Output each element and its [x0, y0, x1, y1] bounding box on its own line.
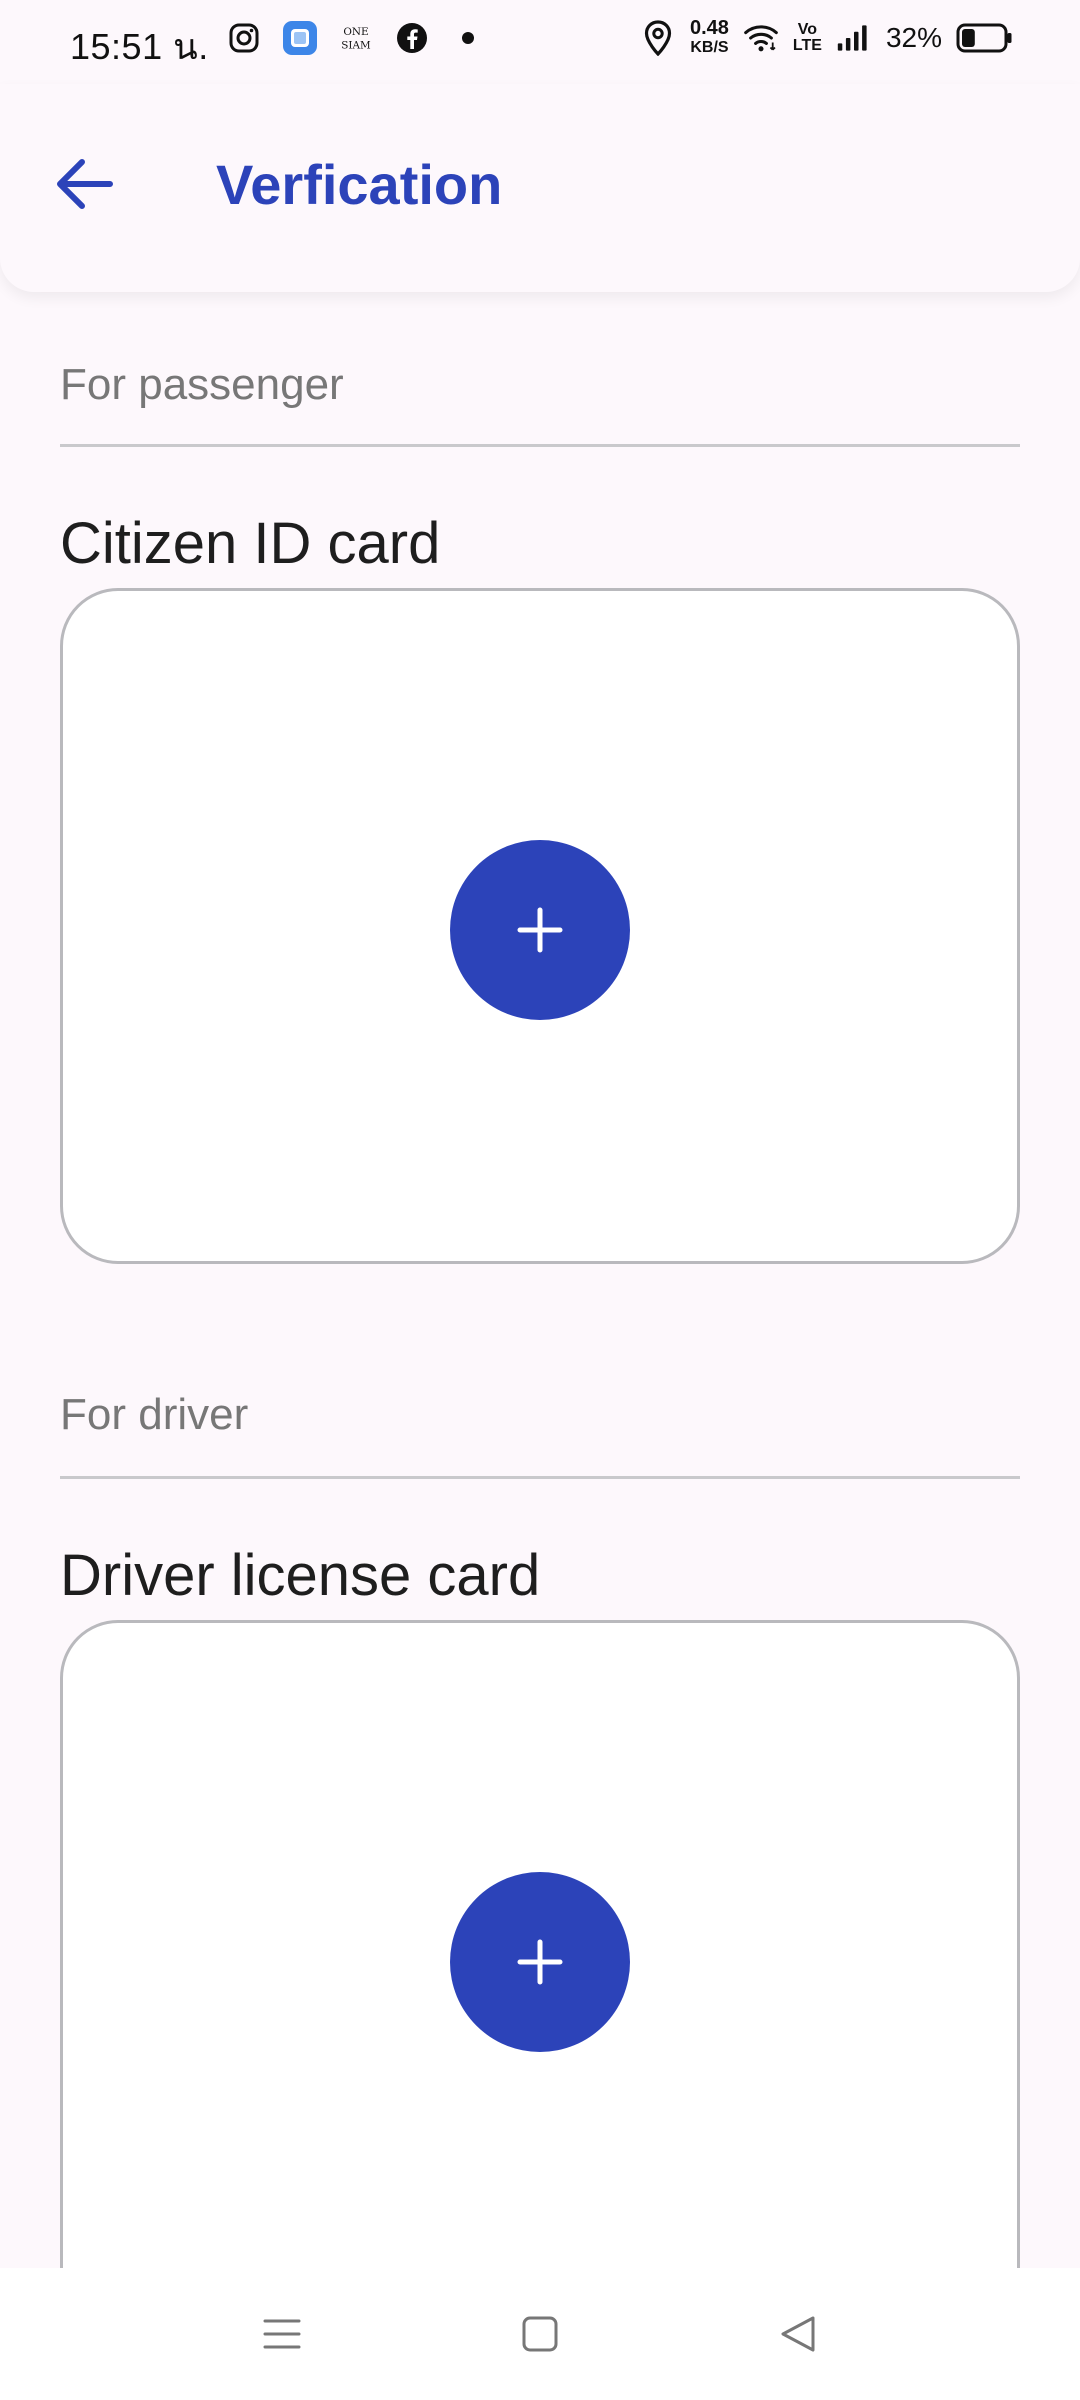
home-button[interactable]: [510, 2304, 570, 2364]
citizen-id-title: Citizen ID card: [60, 511, 441, 576]
notification-icons: ONE SIAM: [226, 20, 486, 56]
speed-value: 0.48: [689, 17, 729, 39]
svg-text:ONE: ONE: [343, 26, 368, 38]
instagram-icon: [226, 20, 262, 56]
app-icon: [282, 20, 318, 56]
driver-license-upload-area[interactable]: [60, 1620, 1020, 2360]
volte-bottom: LTE: [792, 37, 822, 54]
back-nav-button[interactable]: [768, 2304, 828, 2364]
app-bar: Verfication: [0, 84, 1080, 292]
back-triangle-icon: [781, 2316, 815, 2352]
section-label-driver: For driver: [60, 1390, 249, 1439]
battery-icon: [956, 20, 1014, 56]
signal-icon: [836, 20, 872, 56]
section-label-passenger: For passenger: [60, 360, 344, 409]
network-speed: 0.48 KB/S: [690, 18, 729, 58]
onesiam-icon: ONE SIAM: [338, 20, 374, 56]
citizen-id-upload-area[interactable]: [60, 588, 1020, 1264]
dot-icon: [450, 20, 486, 56]
speed-unit: KB/S: [690, 39, 729, 56]
plus-icon: [517, 1939, 563, 1985]
driver-license-title: Driver license card: [60, 1543, 541, 1608]
system-nav-bar: [0, 2268, 1080, 2400]
divider: [60, 1476, 1020, 1479]
facebook-icon: [394, 20, 430, 56]
wifi-icon: [743, 20, 779, 56]
system-icons: 0.48 KB/S Vo LTE 32%: [640, 18, 1014, 58]
battery-percent: 32%: [885, 22, 942, 53]
divider: [60, 444, 1020, 447]
back-button[interactable]: [44, 144, 124, 224]
status-time: 15:51 น.: [70, 26, 209, 67]
menu-icon: [263, 2319, 301, 2349]
add-citizen-id-button[interactable]: [450, 840, 630, 1020]
volte-icon: Vo LTE: [793, 22, 822, 54]
menu-button[interactable]: [252, 2304, 312, 2364]
volte-top: Vo: [797, 21, 818, 38]
svg-text:SIAM: SIAM: [341, 39, 371, 51]
add-driver-license-button[interactable]: [450, 1872, 630, 2052]
verification-screen: 15:51 น. ONE SIAM 0.48 KB/S Vo LTE 32% V…: [0, 0, 1080, 2400]
page-title: Verfication: [216, 153, 503, 216]
location-icon: [640, 20, 676, 56]
status-bar: 15:51 น. ONE SIAM 0.48 KB/S Vo LTE 32%: [0, 0, 1080, 84]
plus-icon: [517, 907, 563, 953]
home-icon: [522, 2316, 558, 2352]
arrow-left-icon: [57, 159, 113, 209]
